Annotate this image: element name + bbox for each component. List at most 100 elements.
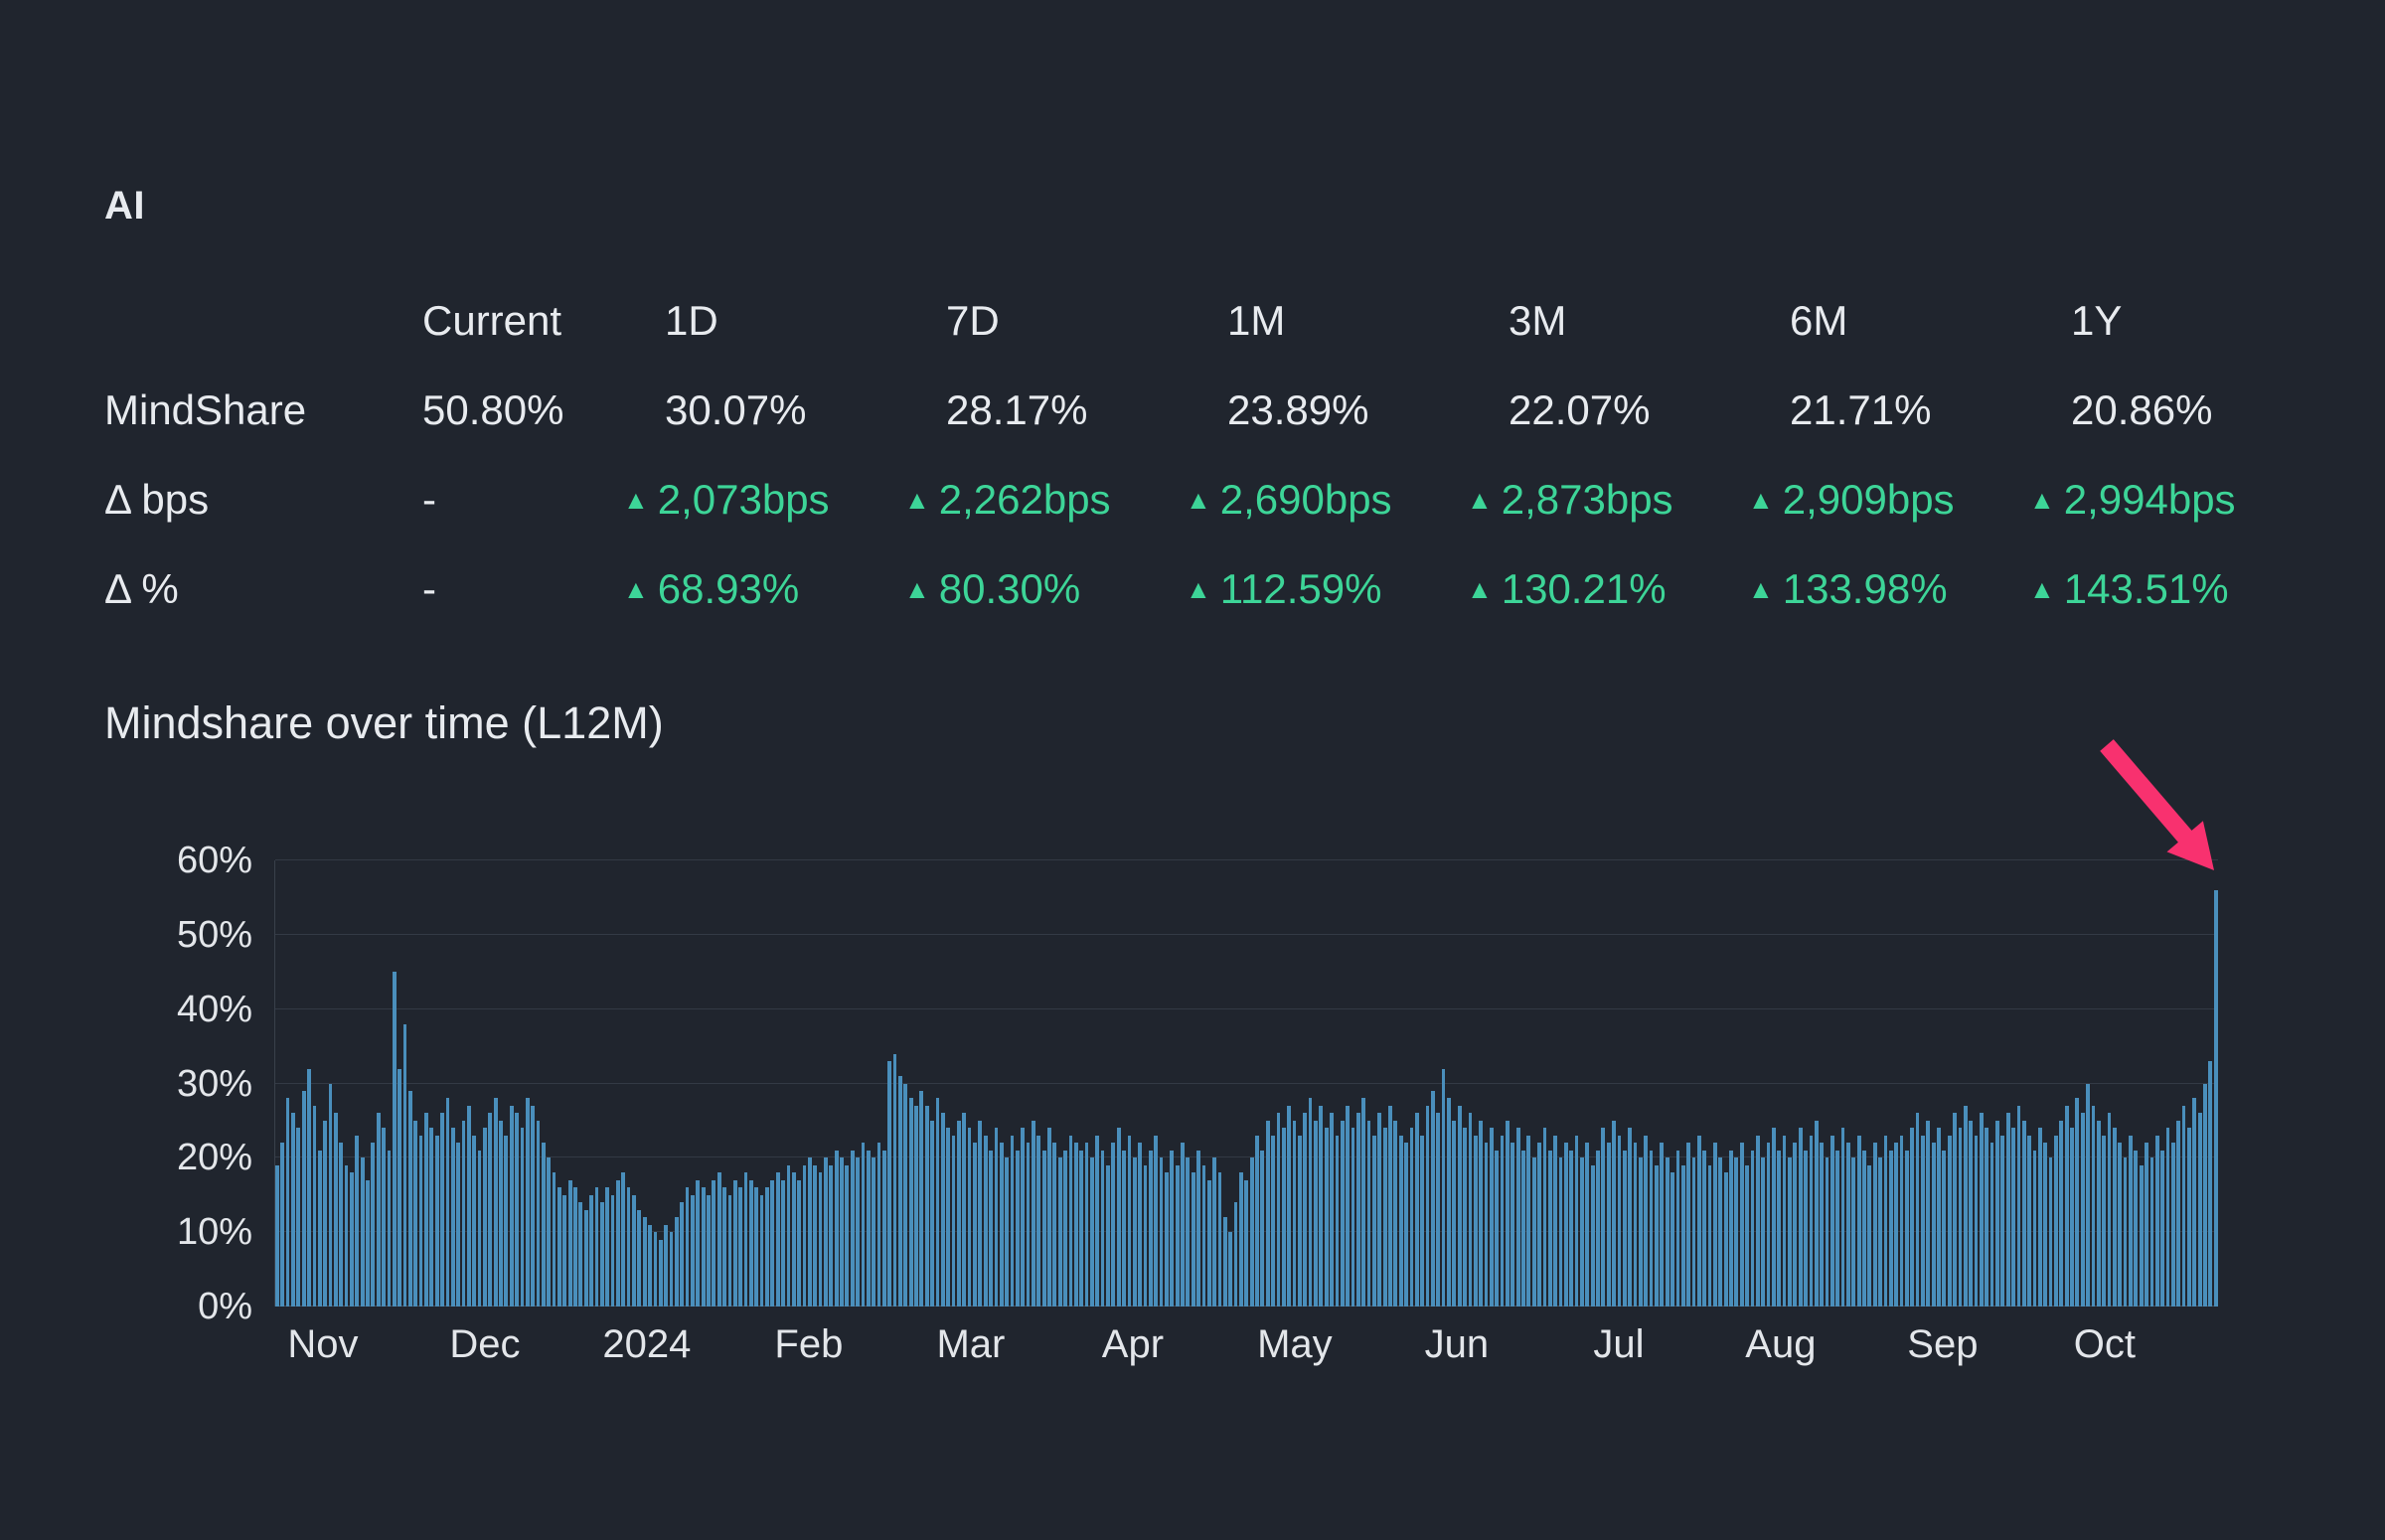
- bar[interactable]: [850, 1150, 855, 1307]
- bar[interactable]: [1655, 1164, 1659, 1307]
- bar[interactable]: [1500, 1135, 1505, 1307]
- bar[interactable]: [1798, 1128, 1803, 1307]
- bar[interactable]: [355, 1135, 360, 1307]
- bar[interactable]: [2043, 1143, 2048, 1307]
- bar[interactable]: [2054, 1135, 2058, 1307]
- bar[interactable]: [1089, 1157, 1094, 1307]
- bar[interactable]: [1931, 1143, 1936, 1307]
- bar[interactable]: [1111, 1143, 1116, 1307]
- bar[interactable]: [1063, 1150, 1067, 1307]
- bar[interactable]: [1686, 1143, 1690, 1307]
- bar[interactable]: [547, 1157, 552, 1307]
- bar[interactable]: [2011, 1128, 2015, 1307]
- bar[interactable]: [477, 1150, 482, 1307]
- bar[interactable]: [2149, 1157, 2154, 1307]
- bar[interactable]: [1143, 1164, 1148, 1307]
- bar[interactable]: [2032, 1150, 2037, 1307]
- bar[interactable]: [483, 1128, 487, 1307]
- bar[interactable]: [499, 1120, 503, 1307]
- bar[interactable]: [1441, 1068, 1446, 1307]
- bar[interactable]: [567, 1179, 572, 1307]
- bar[interactable]: [1878, 1157, 1882, 1307]
- bar[interactable]: [557, 1187, 561, 1307]
- bar[interactable]: [1639, 1157, 1643, 1307]
- bar[interactable]: [1537, 1143, 1541, 1307]
- bar[interactable]: [1057, 1157, 1062, 1307]
- bar[interactable]: [610, 1194, 615, 1307]
- bar[interactable]: [743, 1172, 748, 1307]
- bar[interactable]: [1707, 1164, 1712, 1307]
- bar[interactable]: [1563, 1143, 1568, 1307]
- bar[interactable]: [536, 1120, 541, 1307]
- bar[interactable]: [1255, 1135, 1259, 1307]
- bar[interactable]: [1969, 1120, 1974, 1307]
- bar[interactable]: [1628, 1128, 1633, 1307]
- bar[interactable]: [924, 1105, 929, 1307]
- bar[interactable]: [1729, 1150, 1733, 1307]
- bar[interactable]: [759, 1194, 764, 1307]
- bar[interactable]: [2080, 1113, 2085, 1307]
- bar[interactable]: [1249, 1157, 1254, 1307]
- bar[interactable]: [648, 1224, 652, 1307]
- bar[interactable]: [898, 1076, 902, 1307]
- bar[interactable]: [732, 1179, 737, 1307]
- bar[interactable]: [515, 1113, 519, 1307]
- bar[interactable]: [1510, 1143, 1515, 1307]
- bar[interactable]: [1298, 1135, 1302, 1307]
- bar[interactable]: [1484, 1143, 1489, 1307]
- bar[interactable]: [2118, 1143, 2123, 1307]
- bar[interactable]: [797, 1179, 801, 1307]
- bar[interactable]: [1840, 1128, 1845, 1307]
- bar[interactable]: [520, 1128, 525, 1307]
- bar[interactable]: [1154, 1135, 1159, 1307]
- bar[interactable]: [1633, 1143, 1638, 1307]
- bar[interactable]: [2170, 1143, 2175, 1307]
- bar[interactable]: [664, 1224, 668, 1307]
- bar[interactable]: [866, 1150, 871, 1307]
- bar[interactable]: [2165, 1128, 2170, 1307]
- bar[interactable]: [1239, 1172, 1243, 1307]
- bar[interactable]: [387, 1150, 392, 1307]
- bar[interactable]: [1452, 1120, 1457, 1307]
- bar[interactable]: [333, 1113, 338, 1307]
- bar[interactable]: [445, 1098, 450, 1307]
- bar[interactable]: [1782, 1135, 1787, 1307]
- bar[interactable]: [824, 1157, 828, 1307]
- bar[interactable]: [727, 1194, 732, 1307]
- bar[interactable]: [658, 1239, 663, 1307]
- bar[interactable]: [1963, 1105, 1968, 1307]
- bar[interactable]: [1569, 1150, 1574, 1307]
- bar[interactable]: [738, 1187, 743, 1307]
- bar[interactable]: [1558, 1157, 1563, 1307]
- bar[interactable]: [456, 1143, 460, 1307]
- bar[interactable]: [2154, 1135, 2159, 1307]
- bar[interactable]: [712, 1179, 716, 1307]
- bar[interactable]: [818, 1172, 823, 1307]
- bar[interactable]: [392, 972, 397, 1307]
- bar[interactable]: [605, 1187, 610, 1307]
- bar[interactable]: [2059, 1120, 2064, 1307]
- bar[interactable]: [450, 1128, 455, 1307]
- bar[interactable]: [285, 1098, 290, 1307]
- bar[interactable]: [632, 1194, 636, 1307]
- bar[interactable]: [1457, 1105, 1462, 1307]
- bar[interactable]: [1084, 1143, 1089, 1307]
- bar[interactable]: [1260, 1150, 1265, 1307]
- bar[interactable]: [1580, 1157, 1584, 1307]
- bar[interactable]: [2064, 1105, 2069, 1307]
- bar[interactable]: [1601, 1128, 1606, 1307]
- bar[interactable]: [1047, 1128, 1051, 1307]
- bar[interactable]: [621, 1172, 626, 1307]
- bar[interactable]: [2123, 1157, 2128, 1307]
- bar[interactable]: [1660, 1143, 1665, 1307]
- bar[interactable]: [1788, 1157, 1792, 1307]
- bar[interactable]: [616, 1179, 620, 1307]
- bar[interactable]: [1745, 1164, 1749, 1307]
- bar[interactable]: [2000, 1135, 2005, 1307]
- bar[interactable]: [775, 1172, 780, 1307]
- bar[interactable]: [1217, 1172, 1222, 1307]
- bar[interactable]: [748, 1179, 753, 1307]
- bar[interactable]: [488, 1113, 493, 1307]
- bar[interactable]: [1372, 1135, 1376, 1307]
- bar[interactable]: [1862, 1150, 1866, 1307]
